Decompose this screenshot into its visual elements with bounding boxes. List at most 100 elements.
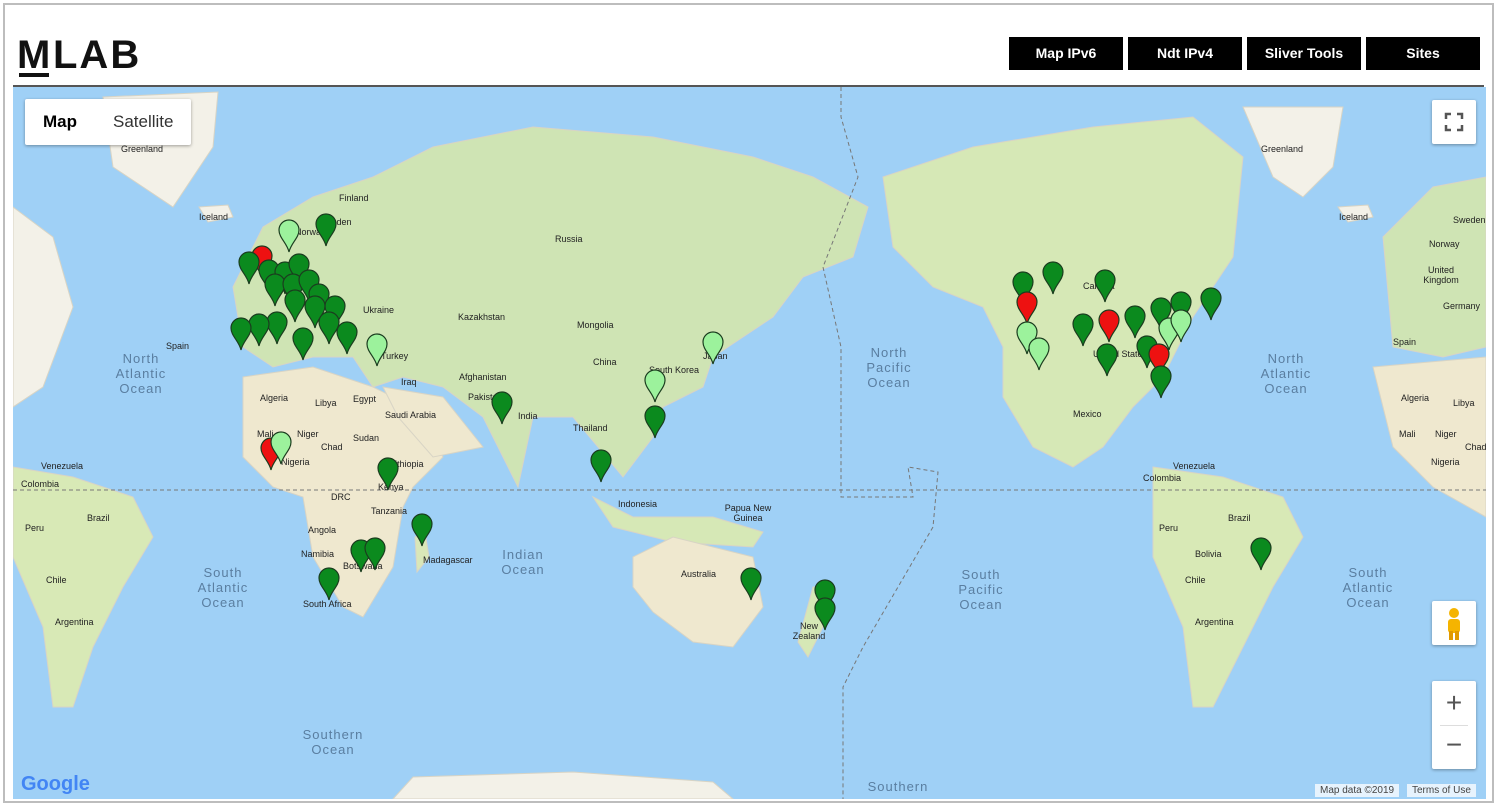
site-marker-up[interactable] bbox=[740, 567, 762, 601]
site-marker-up[interactable] bbox=[318, 567, 340, 601]
site-marker-up[interactable] bbox=[238, 251, 260, 285]
site-marker-down[interactable] bbox=[1016, 291, 1038, 325]
site-marker-up[interactable] bbox=[1094, 269, 1116, 303]
site-marker-up[interactable] bbox=[230, 317, 252, 351]
map-label: Niger bbox=[1435, 429, 1457, 439]
site-marker-up[interactable] bbox=[1200, 287, 1222, 321]
ocean-label: South Pacific Ocean bbox=[958, 567, 1004, 612]
ocean-label: South Atlantic Ocean bbox=[1342, 565, 1394, 610]
nav-ndt-ipv4-button[interactable]: Ndt IPv4 bbox=[1128, 37, 1242, 70]
mlab-logo[interactable]: M LAB bbox=[17, 35, 152, 80]
map-label: Spain bbox=[166, 341, 190, 351]
logo-underline bbox=[19, 73, 49, 77]
site-marker-up[interactable] bbox=[491, 391, 513, 425]
site-marker-partial[interactable] bbox=[1170, 309, 1192, 343]
ocean-label: North Pacific Ocean bbox=[866, 345, 912, 390]
site-marker-up[interactable] bbox=[364, 537, 386, 571]
map-label: Nigeria bbox=[1431, 457, 1460, 467]
google-logo[interactable]: Google bbox=[21, 773, 90, 796]
world-map[interactable]: Map Satellite + − North Atlantic Ocean N… bbox=[13, 87, 1486, 799]
site-marker-up[interactable] bbox=[336, 321, 358, 355]
site-marker-up[interactable] bbox=[1072, 313, 1094, 347]
site-marker-partial[interactable] bbox=[366, 333, 388, 367]
fullscreen-button[interactable] bbox=[1432, 100, 1476, 144]
ocean-label: South Atlantic Ocean bbox=[197, 565, 249, 610]
map-label: Sudan bbox=[353, 433, 380, 443]
site-marker-partial[interactable] bbox=[702, 331, 724, 365]
site-marker-up[interactable] bbox=[292, 327, 314, 361]
map-label: Argentina bbox=[1195, 617, 1234, 627]
site-marker-up[interactable] bbox=[411, 513, 433, 547]
site-marker-partial[interactable] bbox=[644, 369, 666, 403]
fullscreen-icon bbox=[1444, 112, 1464, 132]
map-label: Iceland bbox=[199, 212, 229, 222]
map-label: Madagascar bbox=[423, 555, 473, 565]
map-label: Algeria bbox=[260, 393, 289, 403]
site-marker-up[interactable] bbox=[315, 213, 337, 247]
map-label: Chile bbox=[1185, 575, 1206, 585]
site-marker-up[interactable] bbox=[1150, 365, 1172, 399]
map-label: Mali bbox=[1399, 429, 1416, 439]
map-label: Peru bbox=[1159, 523, 1179, 533]
navbar: Map IPv6 Ndt IPv4 Sliver Tools Sites bbox=[1009, 37, 1480, 70]
map-label: Peru bbox=[25, 523, 45, 533]
map-label: DRC bbox=[331, 492, 351, 502]
map-type-satellite-button[interactable]: Satellite bbox=[95, 99, 191, 145]
site-marker-down[interactable] bbox=[1098, 309, 1120, 343]
zoom-control: + − bbox=[1432, 681, 1476, 769]
map-label: Sweden bbox=[1453, 215, 1486, 225]
map-type-control: Map Satellite bbox=[25, 99, 192, 145]
map-label: Iraq bbox=[401, 377, 417, 387]
site-marker-up[interactable] bbox=[1124, 305, 1146, 339]
site-marker-up[interactable] bbox=[644, 405, 666, 439]
map-label: Brazil bbox=[87, 513, 110, 523]
map-label: Indonesia bbox=[618, 499, 658, 509]
map-label: Australia bbox=[681, 569, 717, 579]
map-label: India bbox=[518, 411, 538, 421]
map-label: Bolivia bbox=[1195, 549, 1222, 559]
map-label: Norway bbox=[1429, 239, 1460, 249]
ocean-label: Indian Ocean bbox=[501, 547, 545, 577]
site-marker-partial[interactable] bbox=[1028, 337, 1050, 371]
map-label: Spain bbox=[1393, 337, 1417, 347]
logo-lab: LAB bbox=[53, 33, 142, 77]
google-logo-text: Google bbox=[21, 773, 90, 795]
map-label: China bbox=[593, 357, 617, 367]
map-label: Greenland bbox=[121, 144, 164, 154]
site-marker-up[interactable] bbox=[1042, 261, 1064, 295]
site-marker-partial[interactable] bbox=[270, 431, 292, 465]
nav-sliver-tools-button[interactable]: Sliver Tools bbox=[1247, 37, 1361, 70]
site-marker-up[interactable] bbox=[377, 457, 399, 491]
map-label: Afghanistan bbox=[459, 372, 507, 382]
zoom-in-button[interactable]: + bbox=[1432, 681, 1476, 725]
map-label: Egypt bbox=[353, 394, 377, 404]
nav-map-ipv6-button[interactable]: Map IPv6 bbox=[1009, 37, 1123, 70]
map-label: United Kingdom bbox=[1423, 265, 1459, 285]
map-label: Ukraine bbox=[363, 305, 395, 315]
terms-of-use-link[interactable]: Terms of Use bbox=[1407, 784, 1476, 797]
map-label: Mongolia bbox=[577, 320, 614, 330]
map-label: Colombia bbox=[1143, 473, 1182, 483]
nav-sites-button[interactable]: Sites bbox=[1366, 37, 1480, 70]
map-label: Angola bbox=[308, 525, 337, 535]
pegman-icon bbox=[1448, 608, 1460, 640]
site-marker-partial[interactable] bbox=[278, 219, 300, 253]
ocean-label: Southern bbox=[867, 779, 929, 794]
page-frame: M LAB Map IPv6 Ndt IPv4 Sliver Tools Sit… bbox=[3, 3, 1494, 803]
zoom-out-button[interactable]: − bbox=[1432, 725, 1476, 769]
map-label: Venezuela bbox=[1173, 461, 1216, 471]
zoom-divider bbox=[1440, 725, 1468, 726]
street-view-button[interactable] bbox=[1432, 601, 1476, 645]
ocean-label: North Atlantic Ocean bbox=[1260, 351, 1312, 396]
map-label: Argentina bbox=[55, 617, 94, 627]
site-marker-up[interactable] bbox=[1096, 343, 1118, 377]
map-label: Tanzania bbox=[371, 506, 408, 516]
map-label: Chile bbox=[46, 575, 67, 585]
site-marker-up[interactable] bbox=[1250, 537, 1272, 571]
site-marker-up[interactable] bbox=[814, 597, 836, 631]
site-marker-up[interactable] bbox=[590, 449, 612, 483]
map-label: Niger bbox=[297, 429, 319, 439]
map-label: Algeria bbox=[1401, 393, 1430, 403]
header: M LAB Map IPv6 Ndt IPv4 Sliver Tools Sit… bbox=[5, 5, 1492, 87]
map-type-map-button[interactable]: Map bbox=[25, 99, 95, 145]
